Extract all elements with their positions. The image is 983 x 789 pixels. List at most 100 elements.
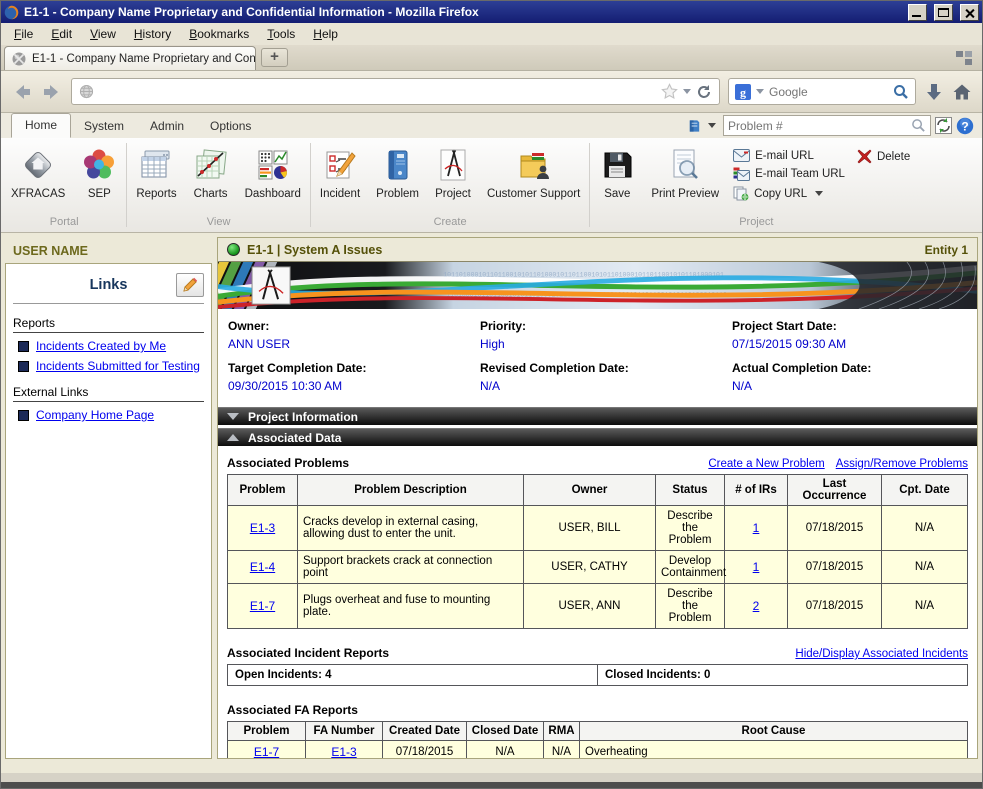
ribbon-tab-system[interactable]: System [71,115,137,138]
sidebar-link-label[interactable]: Company Home Page [36,408,154,422]
delete-label: Delete [877,151,910,163]
links-panel: Links Reports Incidents Created by Me In… [5,263,212,759]
irs-link[interactable]: 2 [753,599,760,613]
links-title: Links [13,277,176,293]
search-engine-dropdown-icon[interactable] [756,89,764,94]
incident-button[interactable]: Incident [312,141,368,202]
sidebar: USER NAME Links Reports Incidents Create… [5,237,212,773]
cell-description: Plugs overheat and fuse to mounting plat… [298,584,524,629]
table-header-row: Problem Problem Description Owner Status… [228,475,968,506]
forward-icon[interactable] [41,82,63,102]
associated-problems-title: Associated Problems [227,456,697,470]
close-button[interactable] [960,4,979,21]
cell-closed-date: N/A [467,741,544,759]
charts-button[interactable]: Charts [185,141,237,202]
bullet-icon [18,361,29,372]
sidebar-link-incidents-created[interactable]: Incidents Created by Me [13,333,204,353]
problem-button[interactable]: Problem [368,141,427,202]
target-completion-label: Target Completion Date: [228,359,480,377]
ribbon-tab-admin[interactable]: Admin [137,115,197,138]
fa-problem-link[interactable]: E1-7 [254,745,279,758]
print-preview-label: Print Preview [651,188,719,200]
irs-link[interactable]: 1 [753,560,760,574]
project-button[interactable]: Project [427,141,479,202]
ribbon-tab-options[interactable]: Options [197,115,264,138]
problem-link[interactable]: E1-4 [250,560,275,574]
reload-icon[interactable] [696,84,712,100]
group-label-portal: Portal [3,214,125,232]
ribbon-tab-home[interactable]: Home [11,113,71,138]
sidebar-link-label[interactable]: Incidents Submitted for Testing [36,359,200,373]
cell-status: Describe the Problem [656,506,725,551]
irs-link[interactable]: 1 [753,521,760,535]
screen-edge [1,782,982,789]
home-icon[interactable] [952,82,972,102]
print-preview-button[interactable]: Print Preview [643,141,727,202]
menu-file[interactable]: File [5,24,42,44]
search-magnifier-icon[interactable] [893,84,909,100]
email-team-url-button[interactable]: E-mail Team URL [733,167,845,181]
xfracas-label: XFRACAS [11,188,65,200]
dashboard-icon [255,147,291,183]
go-icon[interactable] [935,117,952,134]
project-information-bar[interactable]: Project Information [218,407,977,425]
sep-button[interactable]: SEP [73,141,125,202]
new-tab-button[interactable]: + [261,48,288,67]
table-row: E1-7 E1-3 07/18/2015 N/A N/A Overheating [228,741,968,759]
xfracas-button[interactable]: XFRACAS [3,141,73,202]
email-url-button[interactable]: E-mail URL [733,149,845,162]
menu-history[interactable]: History [125,24,180,44]
dashboard-label: Dashboard [245,188,301,200]
help-icon[interactable]: ? [956,117,974,135]
reports-button[interactable]: Reports [128,141,184,202]
menu-tools[interactable]: Tools [258,24,304,44]
record-search-field[interactable] [723,115,931,136]
associated-incidents-title: Associated Incident Reports [227,646,784,660]
associated-data-bar[interactable]: Associated Data [218,428,977,446]
menu-view[interactable]: View [81,24,125,44]
copy-url-button[interactable]: Copy URL [733,186,845,201]
charts-label: Charts [194,188,228,200]
browser-tab[interactable]: E1-1 - Company Name Proprietary and Conf… [4,46,256,70]
menu-bookmarks[interactable]: Bookmarks [180,24,258,44]
fa-number-link[interactable]: E1-3 [331,745,356,758]
sidebar-link-company-home[interactable]: Company Home Page [13,402,204,422]
create-new-problem-link[interactable]: Create a New Problem [708,458,824,470]
sidebar-link-label[interactable]: Incidents Created by Me [36,339,166,353]
url-input[interactable] [99,85,656,99]
downloads-icon[interactable] [924,82,944,102]
record-search-input[interactable] [728,119,907,133]
problem-link[interactable]: E1-7 [250,599,275,613]
sidebar-link-incidents-submitted[interactable]: Incidents Submitted for Testing [13,353,204,373]
google-icon: g [735,84,751,100]
col-created-date: Created Date [383,722,467,741]
tab-groups-icon[interactable] [956,51,972,65]
search-bar[interactable]: g [728,78,916,105]
hide-display-incidents-link[interactable]: Hide/Display Associated Incidents [795,648,968,660]
web-search-input[interactable] [769,85,888,99]
menu-bar: File Edit View History Bookmarks Tools H… [1,23,982,45]
collapse-up-icon [227,434,239,441]
url-bar[interactable] [71,78,720,105]
url-dropdown-icon[interactable] [683,89,691,94]
start-date-label: Project Start Date: [732,317,967,335]
customer-support-button[interactable]: Customer Support [479,141,588,202]
title-bar: E1-1 - Company Name Proprietary and Conf… [1,1,982,23]
edit-links-button[interactable] [176,273,204,297]
save-button[interactable]: Save [591,141,643,202]
assign-remove-problems-link[interactable]: Assign/Remove Problems [836,458,968,470]
minimize-button[interactable] [908,4,927,21]
delete-button[interactable]: Delete [857,149,910,164]
bookmark-star-icon[interactable] [661,83,678,100]
owner-label: Owner: [228,317,480,335]
page-favicon [12,52,26,66]
maximize-button[interactable] [934,4,953,21]
search-scope-button[interactable] [684,117,719,135]
project-info: Owner: ANN USER Priority: High Project S… [218,309,977,407]
menu-help[interactable]: Help [304,24,347,44]
back-icon[interactable] [11,82,33,102]
menu-edit[interactable]: Edit [42,24,81,44]
record-search-magnifier-icon[interactable] [911,118,926,133]
dashboard-button[interactable]: Dashboard [237,141,309,202]
problem-link[interactable]: E1-3 [250,521,275,535]
